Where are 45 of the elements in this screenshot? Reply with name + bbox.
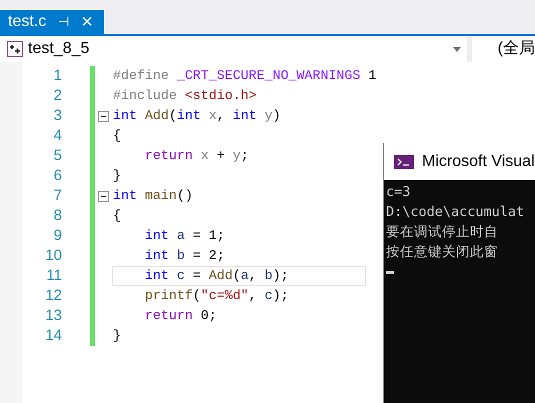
tab-title: test.c bbox=[8, 12, 46, 32]
scope-dropdown[interactable]: test_8_5 bbox=[0, 36, 467, 62]
line-number: 6 bbox=[54, 166, 62, 186]
code-line: } bbox=[112, 327, 122, 345]
line-number: 7 bbox=[54, 186, 62, 206]
code-line: { bbox=[112, 127, 122, 145]
line-number: 4 bbox=[54, 126, 62, 146]
code-line: int b = 2; bbox=[144, 247, 226, 265]
line-number: 12 bbox=[45, 286, 62, 306]
context-dropdown[interactable]: (全局 bbox=[472, 36, 535, 62]
class-icon bbox=[7, 41, 23, 57]
line-number: 3 bbox=[54, 106, 62, 126]
file-tab[interactable]: test.c ⊣ × bbox=[0, 10, 104, 34]
code-line: { bbox=[112, 207, 122, 225]
console-app-icon bbox=[394, 154, 414, 168]
console-output-line: D:\code\accumulat bbox=[386, 203, 526, 222]
line-number: 8 bbox=[54, 206, 62, 226]
code-line: return 0; bbox=[144, 307, 218, 325]
line-number: 14 bbox=[45, 326, 62, 346]
code-line: return x + y; bbox=[144, 147, 250, 165]
collapse-icon[interactable] bbox=[98, 110, 109, 122]
code-line: printf("c=%d", c); bbox=[144, 287, 290, 305]
console-output-line: 要在调试停止时自 bbox=[386, 223, 499, 242]
line-number: 2 bbox=[54, 86, 62, 106]
scope-label: test_8_5 bbox=[28, 39, 90, 59]
console-title: Microsoft Visual bbox=[422, 152, 535, 172]
code-line: } bbox=[112, 167, 122, 185]
line-number: 9 bbox=[54, 226, 62, 246]
close-button[interactable]: × bbox=[81, 12, 93, 32]
console-cursor bbox=[386, 271, 394, 274]
line-number: 11 bbox=[46, 266, 62, 286]
code-line: int Add(int x, int y) bbox=[112, 107, 282, 125]
pin-button[interactable]: ⊣ bbox=[58, 12, 70, 32]
line-number: 13 bbox=[45, 306, 62, 326]
code-line: int a = 1; bbox=[144, 227, 226, 245]
line-number: 1 bbox=[54, 66, 62, 86]
caret-icon bbox=[452, 46, 461, 52]
code-line: #define _CRT_SECURE_NO_WARNINGS 1 bbox=[112, 67, 378, 85]
code-line: #include <stdio.h> bbox=[112, 87, 258, 105]
console-output-line: 按任意键关闭此窗 bbox=[386, 243, 499, 262]
console-output-line: c=3 bbox=[386, 183, 412, 202]
collapse-icon[interactable] bbox=[98, 190, 109, 202]
line-number: 10 bbox=[45, 246, 62, 266]
code-line: int main() bbox=[112, 187, 194, 205]
line-number: 5 bbox=[54, 146, 62, 166]
